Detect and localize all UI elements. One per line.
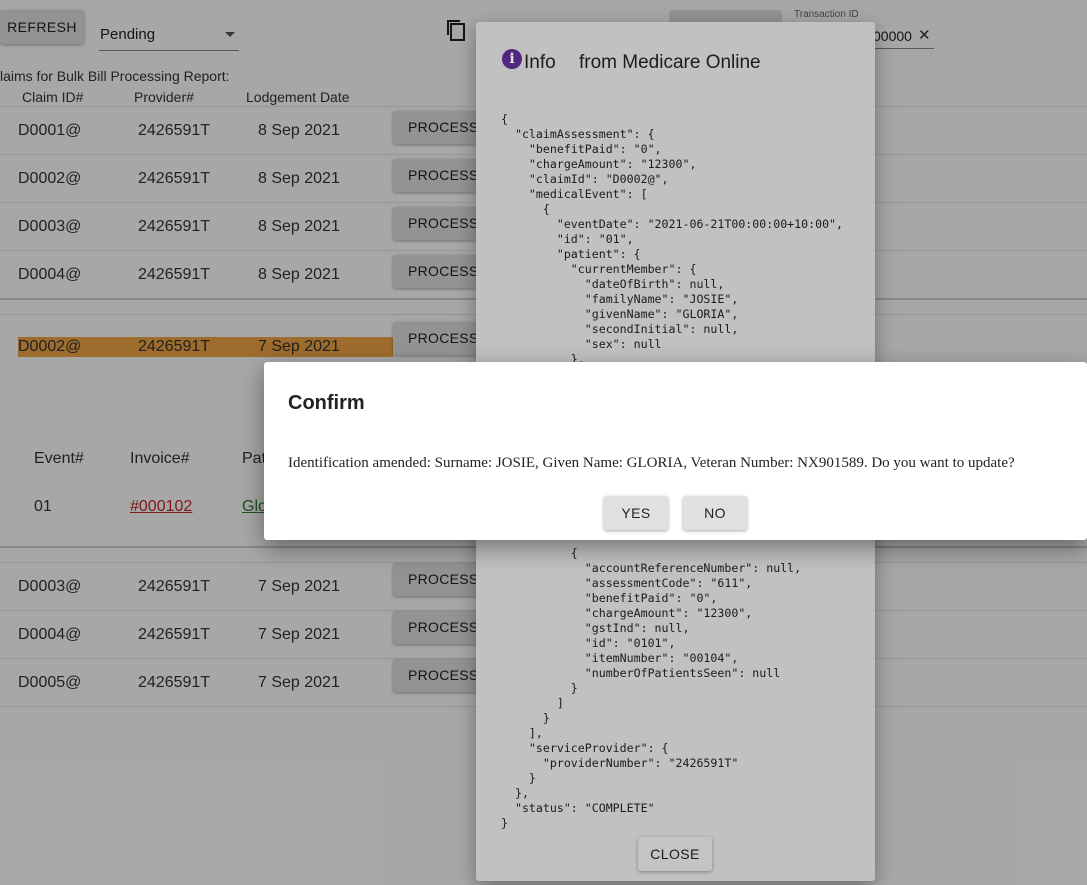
confirm-title: Confirm (288, 392, 365, 414)
yes-button[interactable]: YES (604, 496, 668, 530)
confirm-message: Identification amended: Surname: JOSIE, … (288, 455, 1015, 471)
confirm-dialog: Confirm Identification amended: Surname:… (264, 362, 1087, 540)
no-button[interactable]: NO (683, 496, 747, 530)
